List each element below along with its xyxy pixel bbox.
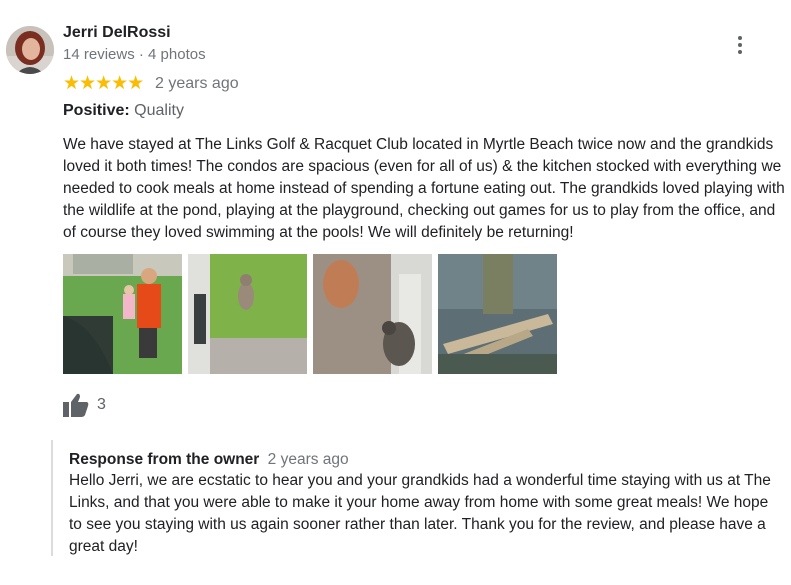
owner-response-time: 2 years ago xyxy=(267,451,349,468)
owner-response-text: Hello Jerri, we are ecstatic to hear you… xyxy=(69,472,771,555)
photo-squirrel-at-feeder[interactable] xyxy=(313,254,432,374)
like-button[interactable]: 3 xyxy=(63,393,106,417)
owner-response: Response from the owner 2 years ago Hell… xyxy=(51,440,788,556)
review-time: 2 years ago xyxy=(155,75,239,92)
photo-kids-by-pond[interactable] xyxy=(63,254,182,374)
more-options-icon[interactable] xyxy=(730,34,750,54)
positive-label: Positive: xyxy=(63,102,130,119)
review-photos xyxy=(63,254,557,374)
reviewer-name[interactable]: Jerri DelRossi xyxy=(63,24,171,42)
owner-response-title: Response from the owner xyxy=(69,451,260,468)
photo-pond-dock[interactable] xyxy=(438,254,557,374)
review-text: We have stayed at The Links Golf & Racqu… xyxy=(63,136,785,241)
like-count: 3 xyxy=(97,396,106,413)
owner-response-header: Response from the owner 2 years ago xyxy=(69,451,349,469)
photo-squirrel-on-grass[interactable] xyxy=(188,254,307,374)
thumbs-up-icon xyxy=(63,393,89,417)
positive-value: Quality xyxy=(134,102,184,119)
positive-attributes: Positive: Quality xyxy=(63,102,184,120)
star-rating: ★★★★★ xyxy=(63,73,144,94)
avatar[interactable] xyxy=(6,26,54,74)
reviewer-meta: 14 reviews · 4 photos xyxy=(63,46,206,63)
